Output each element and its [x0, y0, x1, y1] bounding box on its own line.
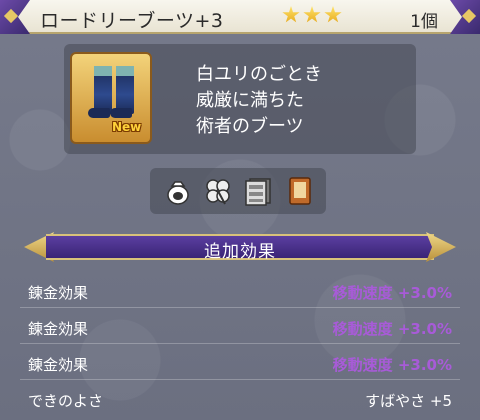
- bonus-value: 移動速度 +3.0%: [332, 356, 452, 374]
- header-ornament-left: [0, 0, 30, 34]
- new-badge: New: [112, 120, 142, 134]
- description-line: 威厳に満ちた: [196, 90, 304, 111]
- clover-icon[interactable]: [203, 176, 233, 206]
- boots-icon: [88, 66, 112, 118]
- item-count: 1個: [410, 12, 438, 32]
- row-divider: [20, 379, 460, 380]
- bonus-row: 錬金効果 移動速度 +3.0%: [0, 310, 480, 344]
- row-divider: [20, 307, 460, 308]
- bonus-label: 錬金効果: [28, 356, 89, 374]
- bonus-value: 移動速度 +3.0%: [332, 284, 452, 302]
- bonus-label: 錬金効果: [28, 284, 89, 302]
- bag-icon[interactable]: [163, 176, 193, 206]
- star-icon: [324, 6, 342, 23]
- header-ornament-right: [450, 0, 480, 34]
- quality-row: できのよさ すばやさ +5: [0, 382, 480, 416]
- row-divider: [20, 343, 460, 344]
- book-icon[interactable]: [285, 176, 315, 206]
- bonus-row: 錬金効果 移動速度 +3.0%: [0, 274, 480, 308]
- star-icon: [303, 6, 321, 23]
- quality-value: すばやさ +5: [365, 392, 452, 410]
- bonus-label: 錬金効果: [28, 320, 89, 338]
- item-description: 白ユリのごとき 威厳に満ちた 術者のブーツ: [196, 62, 322, 140]
- quality-label: できのよさ: [28, 392, 104, 410]
- boots-icon: [110, 66, 134, 118]
- item-header: ロードリーブーツ+3 1個: [0, 0, 480, 34]
- rarity-stars: [282, 6, 342, 24]
- item-icon-frame: New: [70, 52, 152, 144]
- bonus-row: 錬金効果 移動速度 +3.0%: [0, 346, 480, 380]
- bonus-value: 移動速度 +3.0%: [332, 320, 452, 338]
- description-line: 白ユリのごとき: [196, 64, 322, 85]
- star-icon: [282, 6, 300, 23]
- bonus-title: 追加効果: [204, 242, 276, 262]
- drawers-icon[interactable]: [243, 176, 273, 206]
- bonus-banner: 追加効果: [24, 232, 456, 262]
- item-name: ロードリーブーツ+3: [40, 10, 224, 32]
- description-line: 術者のブーツ: [196, 116, 304, 137]
